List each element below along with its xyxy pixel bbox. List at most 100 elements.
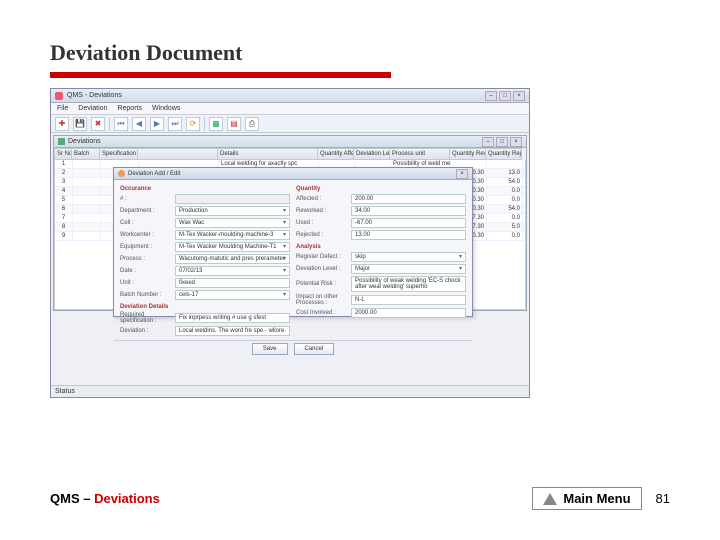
cell-label: Cell :	[120, 220, 172, 226]
rejected-label: Rejected :	[296, 232, 348, 238]
breadcrumb-sub: Deviations	[94, 491, 160, 506]
slide-title: Deviation Document	[50, 40, 670, 66]
window-minimize-button[interactable]: –	[485, 91, 497, 101]
cell-dropdown[interactable]: Wax Wac	[175, 218, 290, 228]
cost-involved-field[interactable]: 2000.00	[351, 308, 466, 318]
app-icon	[55, 92, 63, 100]
window-close-button[interactable]: ×	[513, 91, 525, 101]
sub-minimize-button[interactable]: –	[482, 137, 494, 147]
subwindow-titlebar: Deviations – □ ×	[54, 136, 526, 148]
toolbar-print-icon[interactable]: ⎙	[245, 117, 259, 131]
occurance-heading: Occurance	[120, 186, 290, 192]
impact-on-field[interactable]: N-L	[351, 295, 466, 305]
equipment-dropdown[interactable]: M-Tex Wacker Moulding Machine-T1	[175, 242, 290, 252]
arrow-up-icon	[543, 493, 557, 505]
required-spec-label: Required specification :	[120, 312, 172, 324]
col-blank[interactable]	[138, 148, 218, 160]
col-sr[interactable]: Sr No	[54, 148, 72, 160]
used-field[interactable]: -67.00	[351, 218, 466, 228]
process-dropdown[interactable]: Wacutomg-matutic and pres prerameter	[175, 254, 290, 264]
toolbar-sep	[204, 117, 205, 131]
deviation-label: Deviation :	[120, 328, 172, 334]
col-dev-level[interactable]: Deviation Level	[354, 148, 390, 160]
batch-number-label: Batch Number :	[120, 292, 172, 298]
cost-involved-label: Cost Involved :	[296, 310, 348, 316]
col-qty-affected[interactable]: Quantity Affected	[318, 148, 354, 160]
page-number: 81	[656, 491, 670, 506]
potential-risk-label: Potential Risk :	[296, 281, 348, 287]
toolbar-refresh-icon[interactable]: ⟳	[186, 117, 200, 131]
window-maximize-button[interactable]: □	[499, 91, 511, 101]
id-field	[175, 194, 290, 204]
grid-header: Sr No Batch Specification Details Quanti…	[54, 148, 526, 160]
id-label: # :	[120, 196, 172, 202]
sub-close-button[interactable]: ×	[510, 137, 522, 147]
menu-file[interactable]: File	[57, 105, 68, 112]
register-defect-label: Register Defect :	[296, 254, 348, 260]
subwindow-title-text: Deviations	[68, 138, 101, 145]
rejected-field[interactable]: 13.00	[351, 230, 466, 240]
app-window: QMS - Deviations – □ × File Deviation Re…	[50, 88, 530, 398]
dialog-right-col: Quantity Affected :200.00 Reworked :34.0…	[296, 184, 466, 336]
deviation-dialog: Deviation Add / Edit × Occurance # : Dep…	[113, 167, 473, 317]
unit-field[interactable]: fixeed	[175, 278, 290, 288]
col-spec[interactable]: Specification	[100, 148, 138, 160]
window-titlebar: QMS - Deviations – □ ×	[51, 89, 529, 103]
deviation-level-dropdown[interactable]: Major	[351, 264, 466, 274]
toolbar-nav-first-icon[interactable]: ⏮	[114, 117, 128, 131]
cancel-button[interactable]: Cancel	[294, 343, 335, 355]
quantity-heading: Quantity	[296, 186, 466, 192]
save-button[interactable]: Save	[252, 343, 288, 355]
analysis-heading: Analysis	[296, 244, 466, 250]
main-menu-label: Main Menu	[563, 491, 630, 506]
breadcrumb: QMS – Deviations	[50, 491, 160, 506]
menu-deviation[interactable]: Deviation	[78, 105, 107, 112]
toolbar-export-pdf-icon[interactable]: ▤	[227, 117, 241, 131]
potential-risk-field[interactable]: Possibility of weak welding 'EC-S chock …	[351, 276, 466, 292]
unit-label: Unit :	[120, 280, 172, 286]
col-batch[interactable]: Batch	[72, 148, 100, 160]
workcenter-label: Workcenter :	[120, 232, 172, 238]
batch-number-dropdown[interactable]: cels-17	[175, 290, 290, 300]
col-qty-rejected[interactable]: Quantity Rejected	[486, 148, 522, 160]
department-dropdown[interactable]: Production	[175, 206, 290, 216]
menubar: File Deviation Reports Windows	[51, 103, 529, 115]
toolbar-nav-last-icon[interactable]: ⏭	[168, 117, 182, 131]
dialog-close-button[interactable]: ×	[456, 169, 468, 179]
toolbar-delete-icon[interactable]: ✖	[91, 117, 105, 131]
gear-icon	[118, 170, 125, 177]
department-label: Department :	[120, 208, 172, 214]
menu-windows[interactable]: Windows	[152, 105, 180, 112]
main-menu-button[interactable]: Main Menu	[532, 487, 641, 510]
deviation-field[interactable]: Local weldins. The word fre spe - wllore…	[175, 326, 290, 336]
toolbar-save-icon[interactable]: 💾	[73, 117, 87, 131]
status-text: Status	[55, 388, 75, 395]
required-spec-field[interactable]: Fix inprpess writing # use g sfest	[175, 313, 290, 323]
col-details[interactable]: Details	[218, 148, 318, 160]
col-qty-reworked[interactable]: Quantity Reworked	[450, 148, 486, 160]
deviation-details-heading: Deviation Details	[120, 304, 290, 310]
deviation-level-label: Deviation Level :	[296, 266, 348, 272]
register-defect-dropdown[interactable]: skip	[351, 252, 466, 262]
window-title-text: QMS - Deviations	[67, 92, 122, 99]
menu-reports[interactable]: Reports	[117, 105, 142, 112]
reworked-label: Reworked :	[296, 208, 348, 214]
col-proc-unit[interactable]: Process unit	[390, 148, 450, 160]
toolbar-export-excel-icon[interactable]: ▦	[209, 117, 223, 131]
workcenter-dropdown[interactable]: M-Tex Wacker-moulding-machine-3	[175, 230, 290, 240]
date-label: Date :	[120, 268, 172, 274]
dialog-left-col: Occurance # : Department :Production Cel…	[120, 184, 290, 336]
title-rule	[50, 72, 391, 78]
breadcrumb-main: QMS –	[50, 491, 94, 506]
toolbar-new-icon[interactable]: ✚	[55, 117, 69, 131]
sub-maximize-button[interactable]: □	[496, 137, 508, 147]
toolbar-nav-next-icon[interactable]: ▶	[150, 117, 164, 131]
reworked-field[interactable]: 34.00	[351, 206, 466, 216]
date-field[interactable]: 07/02/13	[175, 266, 290, 276]
toolbar-sep	[109, 117, 110, 131]
toolbar-nav-prev-icon[interactable]: ◀	[132, 117, 146, 131]
impact-on-label: Impact on other Processes :	[296, 294, 348, 306]
slide-footer: QMS – Deviations Main Menu 81	[50, 487, 670, 510]
affected-field[interactable]: 200.00	[351, 194, 466, 204]
equipment-label: Equipment :	[120, 244, 172, 250]
